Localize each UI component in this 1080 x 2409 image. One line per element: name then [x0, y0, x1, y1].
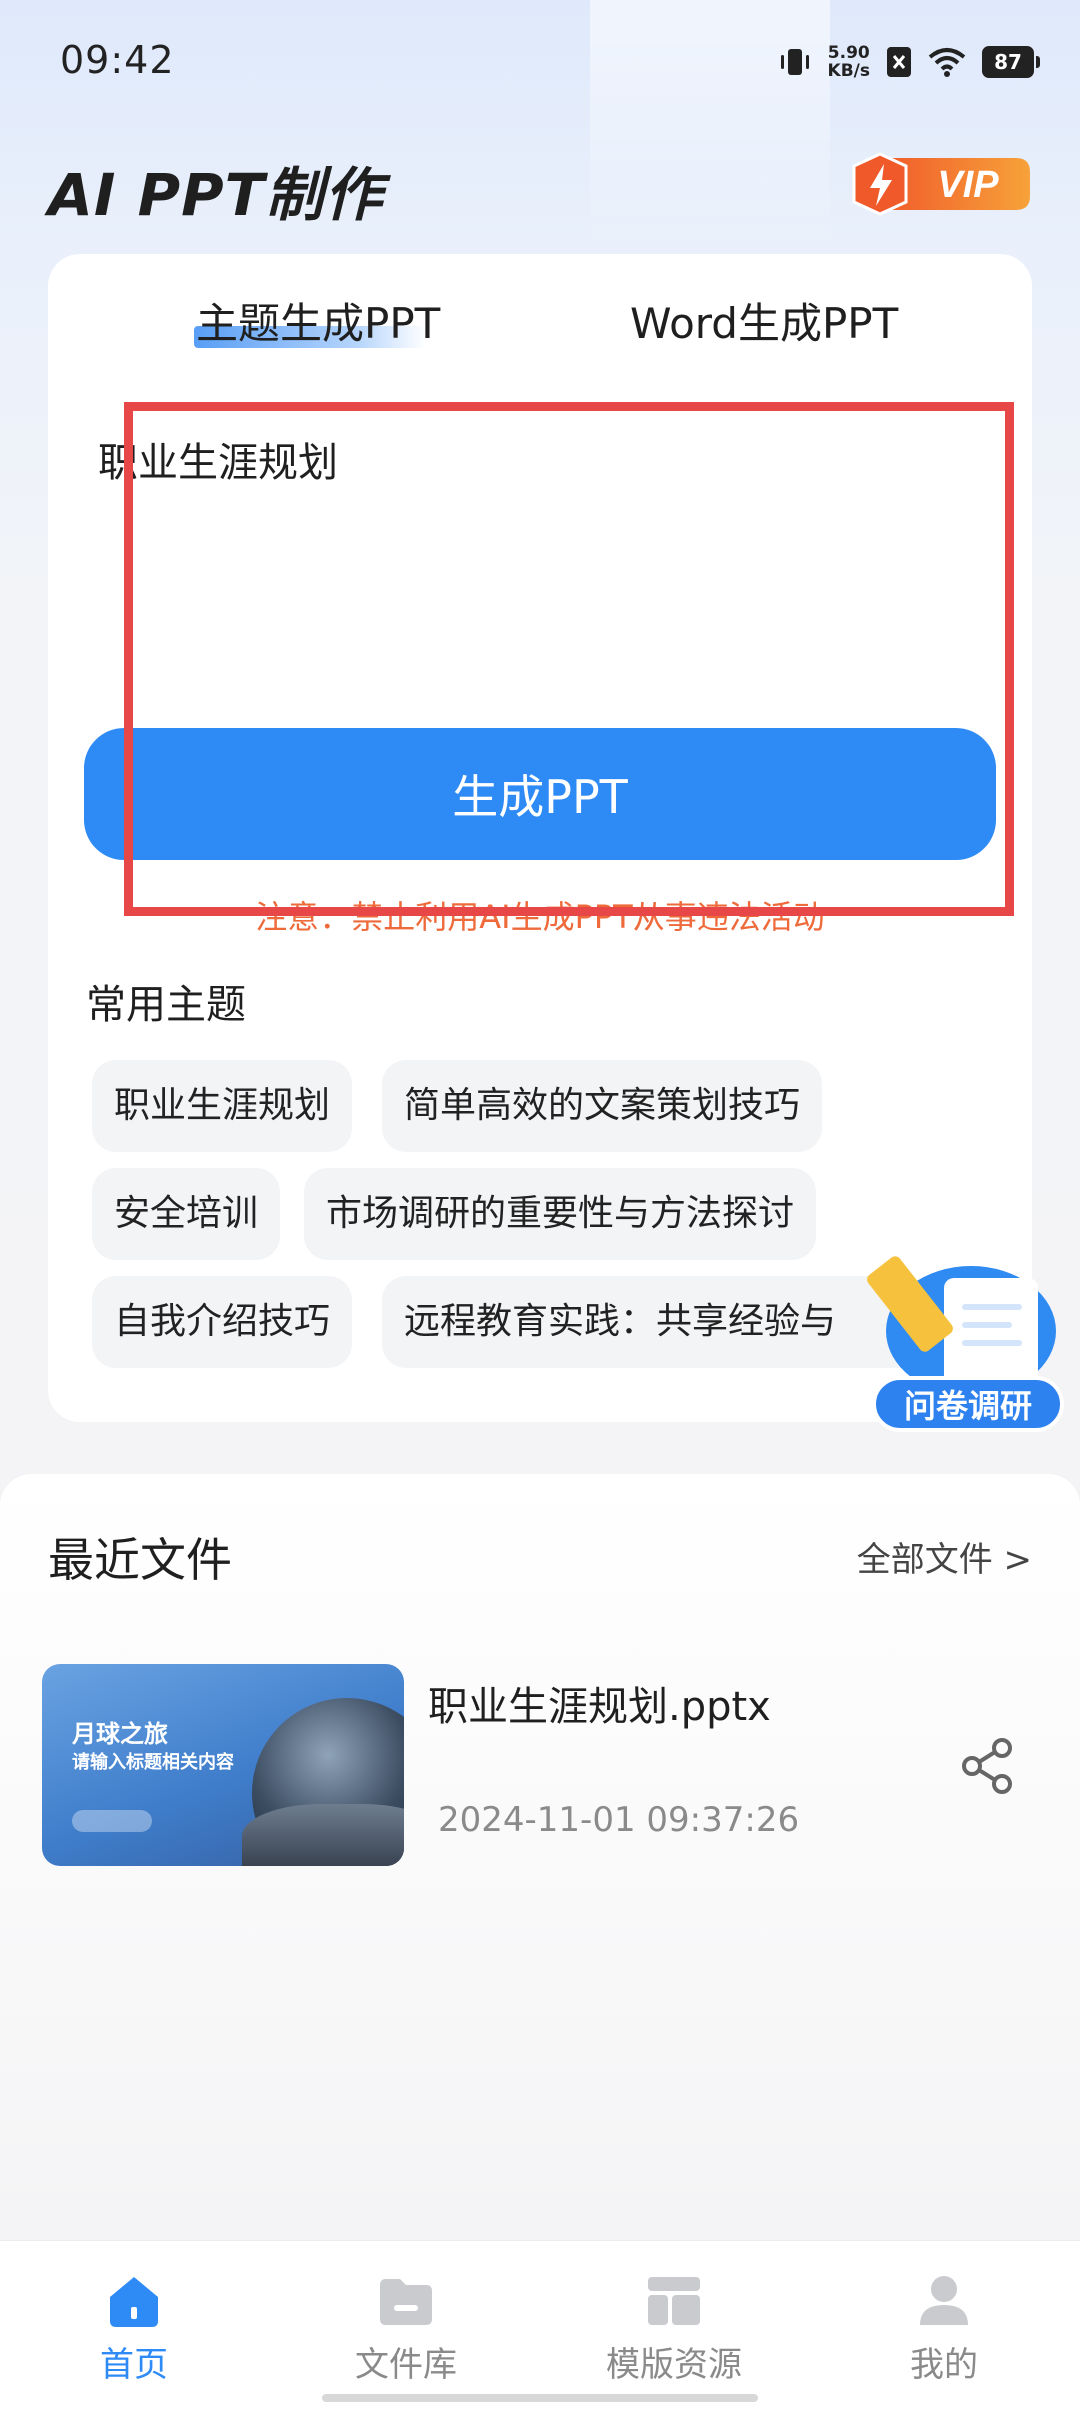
all-files-link[interactable]: 全部文件 >: [857, 1532, 1032, 1581]
common-topics-title: 常用主题: [86, 982, 246, 1028]
status-time: 09:42: [60, 38, 175, 82]
svg-text:VIP: VIP: [937, 164, 999, 206]
thumb-title: 月球之旅: [72, 1720, 168, 1748]
folder-icon: [380, 2279, 432, 2325]
file-thumbnail[interactable]: 月球之旅 请输入标题相关内容: [42, 1664, 404, 1866]
topic-chip[interactable]: 市场调研的重要性与方法探讨: [304, 1168, 817, 1260]
thumb-subtitle: 请输入标题相关内容: [72, 1752, 234, 1773]
profile-icon: [920, 2276, 968, 2325]
topic-chip[interactable]: 远程教育实践：共享经验与: [382, 1276, 922, 1368]
wifi-icon: [928, 48, 966, 77]
battery-icon: 87: [982, 46, 1040, 78]
app-title: AI PPT制作: [48, 161, 384, 229]
tab-word-ppt[interactable]: Word生成PPT: [630, 290, 898, 351]
topic-chip[interactable]: 简单高效的文案策划技巧: [382, 1060, 823, 1152]
nav-profile[interactable]: 我的: [844, 2273, 1044, 2386]
topic-chip[interactable]: 职业生涯规划: [92, 1060, 353, 1152]
nav-templates[interactable]: 模版资源: [574, 2273, 774, 2386]
survey-float-button[interactable]: 问卷调研: [864, 1253, 1068, 1440]
share-icon[interactable]: [960, 1736, 1016, 1796]
home-indicator: [322, 2394, 758, 2402]
topic-chip[interactable]: 安全培训: [92, 1168, 281, 1260]
status-bar: 09:42 5.90 KB/s 87: [0, 0, 1080, 120]
vibrate-icon: [780, 49, 809, 75]
recent-files-title: 最近文件: [48, 1533, 232, 1587]
template-icon: [648, 2277, 700, 2325]
tab-topic-ppt[interactable]: 主题生成PPT: [196, 290, 440, 351]
highlight-box: [124, 402, 1014, 916]
status-icons: 5.90 KB/s 87: [778, 42, 1040, 82]
nav-home[interactable]: 首页: [34, 2273, 234, 2386]
bottom-nav: 首页 文件库 模版资源 我的: [0, 2240, 1080, 2409]
file-date: 2024-11-01 09:37:26: [438, 1800, 800, 1840]
sim-off-icon: [887, 47, 911, 77]
nav-file-library[interactable]: 文件库: [306, 2273, 506, 2386]
recent-files-section: 最近文件 全部文件 > 月球之旅 请输入标题相关内容 职业生涯规划.pptx 2…: [0, 1474, 1080, 2234]
home-icon: [110, 2277, 158, 2327]
file-name[interactable]: 职业生涯规划.pptx: [428, 1674, 771, 1732]
vip-badge[interactable]: VIP: [850, 152, 1032, 216]
topic-chip[interactable]: 自我介绍技巧: [92, 1276, 353, 1368]
survey-label: 问卷调研: [872, 1376, 1064, 1432]
network-speed: 5.90 KB/s: [827, 43, 870, 81]
